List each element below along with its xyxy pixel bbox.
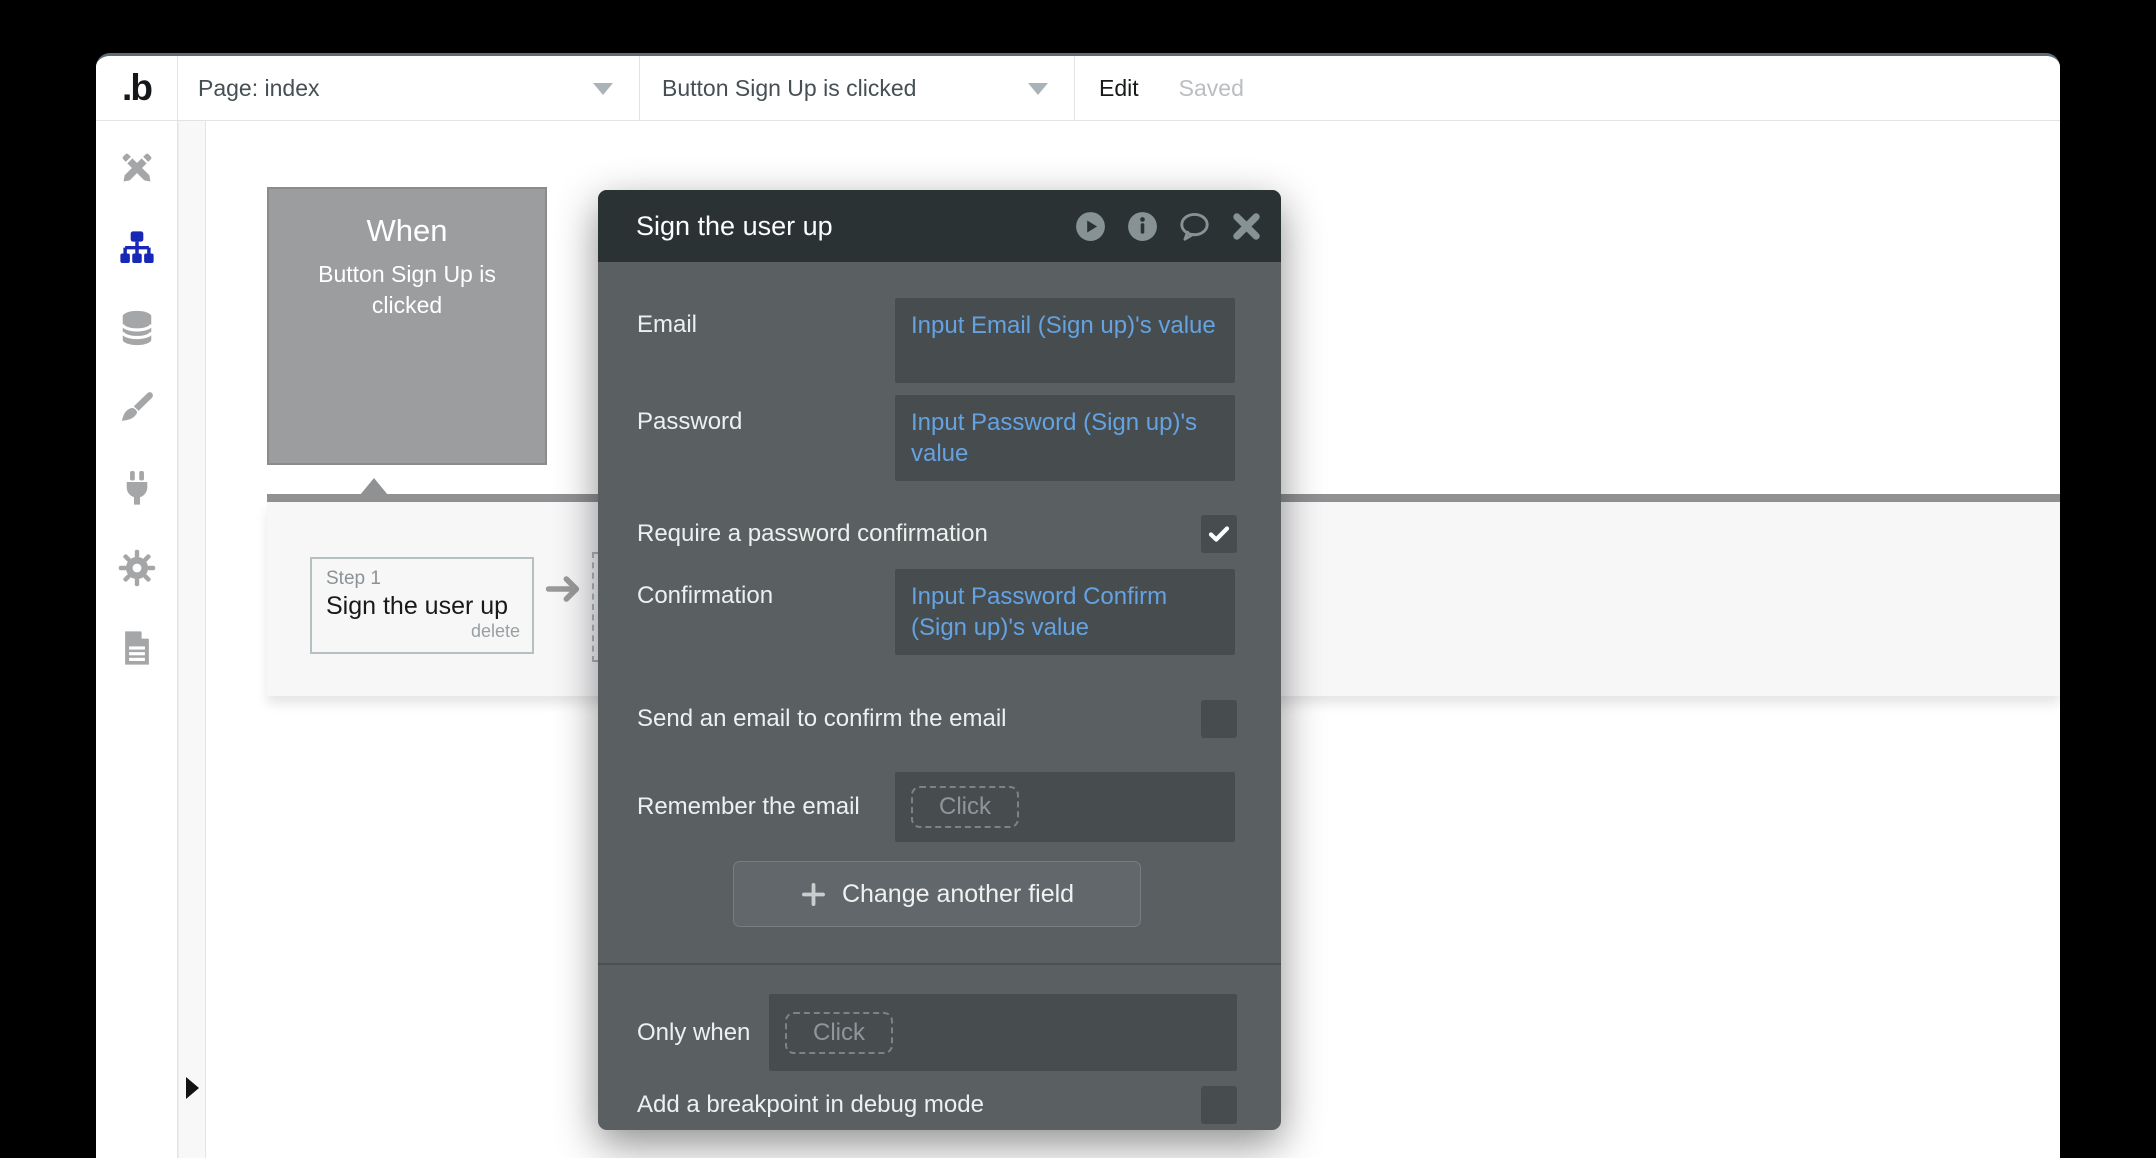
design-tools-icon <box>118 149 156 187</box>
send-confirm-email-row: Send an email to confirm the email <box>637 699 1237 739</box>
action-editor-modal: Sign the user up Email <box>598 190 1281 1130</box>
sidebar-item-logs[interactable] <box>118 629 156 667</box>
expand-panel-arrow[interactable] <box>186 1077 199 1099</box>
database-icon <box>118 309 156 347</box>
saved-status: Saved <box>1179 75 1244 102</box>
info-icon[interactable] <box>1126 210 1159 243</box>
palette-strip <box>178 121 206 1158</box>
email-row: Email Input Email (Sign up)'s value <box>637 298 1237 383</box>
edit-mode-button[interactable]: Edit <box>1099 75 1139 102</box>
modal-divider <box>598 963 1281 965</box>
only-when-click-placeholder[interactable]: Click <box>785 1012 893 1054</box>
sidebar-item-design[interactable] <box>118 149 156 187</box>
breakpoint-label: Add a breakpoint in debug mode <box>637 1091 984 1119</box>
sidebar-item-data[interactable] <box>118 309 156 347</box>
require-confirmation-checkbox[interactable] <box>1201 515 1237 553</box>
mode-section: Edit Saved <box>1075 56 1244 120</box>
only-when-row: Only when Click <box>637 994 1237 1071</box>
flow-connector-triangle <box>360 478 388 495</box>
modal-body: Email Input Email (Sign up)'s value Pass… <box>598 262 1281 1125</box>
require-confirmation-label: Require a password confirmation <box>637 520 988 548</box>
left-sidebar <box>96 121 178 1158</box>
event-dropdown-value: Button Sign Up is clicked <box>662 75 916 102</box>
step-action-title: Sign the user up <box>326 592 520 621</box>
paintbrush-icon <box>118 389 156 427</box>
step-delete-link[interactable]: delete <box>326 621 520 642</box>
only-when-label: Only when <box>637 1019 769 1047</box>
sidebar-item-plugins[interactable] <box>118 469 156 507</box>
next-step-arrow-icon <box>543 569 583 609</box>
page-dropdown[interactable]: Page: index <box>178 56 640 120</box>
sidebar-item-styles[interactable] <box>118 389 156 427</box>
close-icon[interactable] <box>1230 210 1263 243</box>
sidebar-item-settings[interactable] <box>118 549 156 587</box>
plus-icon <box>800 881 827 908</box>
event-block[interactable]: When Button Sign Up is clicked <box>267 187 547 465</box>
document-icon <box>118 629 156 667</box>
breakpoint-checkbox[interactable] <box>1201 1086 1237 1124</box>
plug-icon <box>118 469 156 507</box>
change-another-field-label: Change another field <box>842 880 1074 909</box>
remember-email-field[interactable]: Click <box>895 772 1235 842</box>
workflow-sitemap-icon <box>118 229 156 267</box>
event-block-subtitle: Button Sign Up is clicked <box>269 259 545 321</box>
checkmark-icon <box>1207 522 1231 546</box>
email-label: Email <box>637 298 895 383</box>
chevron-down-icon <box>1028 83 1048 95</box>
event-dropdown[interactable]: Button Sign Up is clicked <box>640 56 1075 120</box>
email-expression-field[interactable]: Input Email (Sign up)'s value <box>895 298 1235 383</box>
send-confirm-email-checkbox[interactable] <box>1201 700 1237 738</box>
send-confirm-email-label: Send an email to confirm the email <box>637 705 1007 733</box>
password-row: Password Input Password (Sign up)'s valu… <box>637 395 1237 481</box>
step-number-label: Step 1 <box>326 568 520 590</box>
top-bar: .b Page: index Button Sign Up is clicked… <box>96 56 2060 121</box>
change-field-row: Change another field <box>637 861 1237 927</box>
confirmation-row: Confirmation Input Password Confirm (Sig… <box>637 569 1237 655</box>
chevron-down-icon <box>593 83 613 95</box>
password-label: Password <box>637 395 895 481</box>
confirmation-expression-field[interactable]: Input Password Confirm (Sign up)'s value <box>895 569 1235 655</box>
play-icon[interactable] <box>1074 210 1107 243</box>
modal-header: Sign the user up <box>598 190 1281 262</box>
only-when-field[interactable]: Click <box>769 994 1237 1071</box>
change-another-field-button[interactable]: Change another field <box>733 861 1141 927</box>
remember-email-click-placeholder[interactable]: Click <box>911 786 1019 828</box>
modal-header-icons <box>1074 210 1263 243</box>
require-confirmation-row: Require a password confirmation <box>637 514 1237 554</box>
modal-title: Sign the user up <box>636 211 1074 242</box>
event-block-title: When <box>269 213 545 249</box>
comment-icon[interactable] <box>1178 210 1211 243</box>
remember-email-label: Remember the email <box>637 793 895 821</box>
remember-email-row: Remember the email Click <box>637 772 1237 842</box>
step-card[interactable]: Step 1 Sign the user up delete <box>310 557 534 654</box>
sidebar-item-workflow[interactable] <box>118 229 156 267</box>
password-expression-field[interactable]: Input Password (Sign up)'s value <box>895 395 1235 481</box>
gear-icon <box>118 549 156 587</box>
bubble-logo[interactable]: .b <box>96 56 178 120</box>
confirmation-label: Confirmation <box>637 569 895 655</box>
page-dropdown-value: Page: index <box>198 75 319 102</box>
breakpoint-row: Add a breakpoint in debug mode <box>637 1085 1237 1125</box>
